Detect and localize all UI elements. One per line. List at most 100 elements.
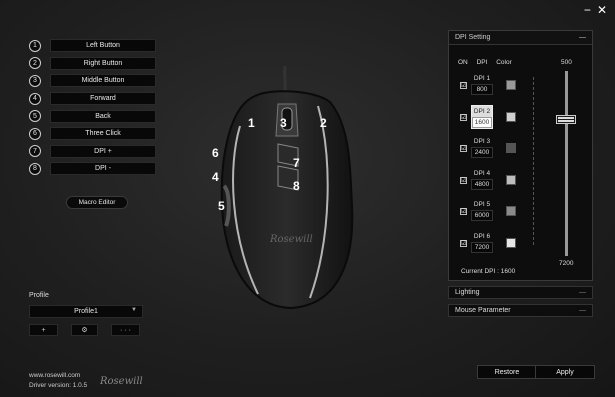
current-dpi: Current DPI : 1600 — [461, 268, 515, 275]
button-number-badge: 6 — [29, 127, 41, 140]
dpi-level[interactable]: DPI 2 1600 — [471, 104, 493, 129]
mouse-label-5: 5 — [218, 199, 225, 213]
mouse-label-2: 2 — [320, 116, 327, 130]
button-assign-8[interactable]: DPI - — [50, 162, 156, 176]
button-row: 5 Back — [29, 107, 157, 125]
button-row: 3 Middle Button — [29, 72, 157, 90]
mouse-label-7: 7 — [293, 156, 300, 170]
dpi-color-swatch[interactable] — [506, 237, 516, 248]
mouse-illustration: Rosewill 1 2 3 4 5 6 7 8 — [200, 65, 370, 316]
button-row: 7 DPI + — [29, 143, 157, 161]
button-number-badge: 2 — [29, 57, 41, 70]
button-assign-4[interactable]: Forward — [50, 92, 156, 106]
apply-button[interactable]: Apply — [535, 365, 595, 379]
driver-version: Driver version: 1.0.5 — [29, 382, 88, 389]
button-number-badge: 7 — [29, 145, 41, 158]
minimize-icon[interactable]: − — [584, 4, 591, 16]
dpi-enable-checkbox[interactable]: ☑ — [460, 82, 467, 89]
dpi-row: ☑ DPI 2 1600 — [457, 104, 517, 131]
mouse-label-1: 1 — [248, 116, 255, 130]
mouse-parameter-section[interactable]: Mouse Parameter — — [448, 304, 593, 317]
dpi-value-field[interactable]: 2400 — [471, 147, 493, 158]
dpi-enable-checkbox[interactable]: ☑ — [460, 208, 467, 215]
dpi-value-field[interactable]: 7200 — [471, 241, 493, 253]
profile-more-button[interactable]: · · · — [111, 324, 140, 336]
add-profile-button[interactable]: + — [29, 324, 58, 336]
dpi-level[interactable]: DPI 4 4800 — [471, 168, 493, 190]
dpi-level[interactable]: DPI 1 800 — [471, 73, 493, 95]
button-assign-6[interactable]: Three Click — [50, 127, 156, 141]
dpi-level-name: DPI 3 — [473, 138, 491, 145]
dpi-slider-thumb[interactable] — [556, 115, 576, 125]
dpi-value-field[interactable]: 4800 — [471, 178, 493, 190]
button-number-badge: 8 — [29, 162, 41, 175]
svg-text:Rosewill: Rosewill — [269, 234, 313, 245]
dpi-column-headers: ON DPI Color — [458, 59, 519, 66]
mouse-label-3: 3 — [280, 116, 287, 130]
dpi-level[interactable]: DPI 6 7200 — [471, 231, 493, 253]
dpi-level-name: DPI 4 — [473, 169, 491, 177]
dpi-panel-header[interactable]: DPI Setting — — [449, 31, 592, 45]
dpi-row: ☑ DPI 6 7200 — [457, 231, 517, 257]
col-color: Color — [496, 59, 512, 66]
collapse-icon[interactable]: — — [579, 34, 586, 41]
expand-icon[interactable]: — — [579, 307, 586, 314]
macro-editor-button[interactable]: Macro Editor — [66, 196, 128, 209]
button-row: 1 Left Button — [29, 37, 157, 55]
dpi-level-name: DPI 5 — [473, 201, 491, 208]
lighting-section[interactable]: Lighting — — [448, 286, 593, 299]
dpi-color-swatch[interactable] — [506, 143, 516, 153]
dpi-value-field[interactable]: 800 — [471, 84, 493, 95]
dpi-color-swatch[interactable] — [506, 111, 516, 122]
profile-label: Profile — [29, 292, 49, 299]
button-assignment-list: 1 Left Button 2 Right Button 3 Middle Button 4… — [29, 37, 157, 178]
button-assign-1[interactable]: Left Button — [50, 39, 156, 53]
dpi-color-swatch[interactable] — [506, 80, 516, 90]
window-controls: − ✕ — [584, 4, 607, 16]
mouse-label-8: 8 — [293, 179, 300, 193]
dpi-color-swatch[interactable] — [506, 206, 516, 216]
profile-actions: + ⚙ · · · — [29, 324, 140, 336]
mouse-parameter-label: Mouse Parameter — [455, 307, 511, 314]
dpi-enable-checkbox[interactable]: ☑ — [460, 239, 467, 247]
dpi-level[interactable]: DPI 5 6000 — [471, 199, 493, 221]
dpi-enable-checkbox[interactable]: ☑ — [460, 176, 467, 184]
slider-max-label: 500 — [561, 59, 572, 66]
button-row: 6 Three Click — [29, 125, 157, 143]
dpi-row: ☑ DPI 4 4800 — [457, 168, 517, 194]
dpi-value-field[interactable]: 6000 — [471, 210, 493, 221]
dpi-level[interactable]: DPI 3 2400 — [471, 136, 493, 158]
col-on: ON — [458, 59, 468, 66]
button-assign-3[interactable]: Middle Button — [50, 74, 156, 88]
close-icon[interactable]: ✕ — [597, 4, 607, 16]
button-number-badge: 1 — [29, 39, 41, 52]
profile-selected-value: Profile1 — [74, 308, 98, 315]
restore-button[interactable]: Restore — [477, 365, 537, 379]
dpi-level-name: DPI 6 — [473, 232, 491, 240]
button-number-badge: 4 — [29, 92, 41, 105]
website-link[interactable]: www.rosewill.com — [29, 372, 80, 379]
button-number-badge: 3 — [29, 74, 41, 87]
dpi-row: ☑ DPI 3 2400 — [457, 136, 517, 162]
button-row: 2 Right Button — [29, 55, 157, 73]
button-assign-7[interactable]: DPI + — [50, 144, 156, 158]
button-row: 8 DPI - — [29, 160, 157, 178]
dpi-value-field[interactable]: 1600 — [472, 116, 492, 128]
dpi-row: ☑ DPI 5 6000 — [457, 199, 517, 225]
expand-icon[interactable]: — — [579, 289, 586, 296]
dpi-level-name: DPI 2 — [473, 107, 491, 115]
button-assign-2[interactable]: Right Button — [50, 56, 156, 70]
dpi-color-swatch[interactable] — [506, 174, 516, 185]
mouse-label-6: 6 — [212, 146, 219, 160]
profile-settings-icon[interactable]: ⚙ — [71, 324, 98, 336]
col-dpi: DPI — [476, 59, 488, 66]
button-assign-5[interactable]: Back — [50, 109, 156, 123]
dpi-enable-checkbox[interactable]: ☑ — [460, 145, 467, 152]
dpi-row: ☑ DPI 1 800 — [457, 73, 517, 99]
current-dpi-label: Current DPI : — [461, 268, 499, 275]
mouse-label-4: 4 — [212, 170, 219, 184]
dpi-slider-track[interactable] — [565, 71, 568, 256]
button-row: 4 Forward — [29, 90, 157, 108]
dpi-enable-checkbox[interactable]: ☑ — [460, 113, 467, 121]
profile-select[interactable]: Profile1 ▼ — [29, 305, 143, 318]
